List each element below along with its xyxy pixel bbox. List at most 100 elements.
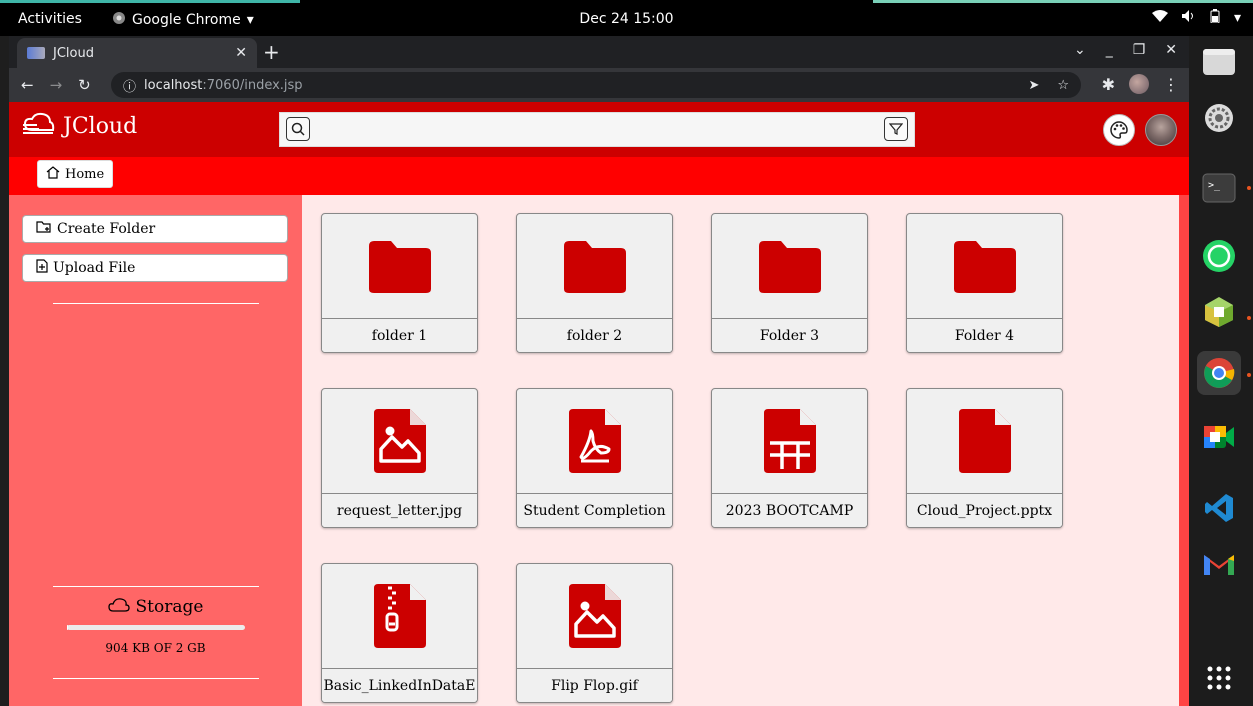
folder-icon — [712, 214, 867, 318]
chrome-small-icon — [112, 11, 126, 29]
address-bar[interactable]: ⓘ localhost:7060/index.jsp ➤ ☆ — [111, 72, 1081, 98]
search-bar — [279, 112, 915, 147]
cloud-logo-icon — [23, 112, 55, 140]
file-tile[interactable]: 2023 BOOTCAMP — [711, 388, 868, 528]
caret-down-icon: ▾ — [246, 12, 254, 28]
reload-icon[interactable]: ↻ — [78, 76, 91, 94]
create-folder-label: Create Folder — [57, 221, 156, 237]
sidebar-divider — [53, 586, 259, 587]
tile-label: Folder 4 — [907, 318, 1062, 352]
search-icon[interactable] — [286, 117, 310, 141]
minimize-icon[interactable]: _ — [1106, 42, 1113, 58]
folder-tile[interactable]: folder 1 — [321, 213, 478, 353]
folder-icon — [517, 214, 672, 318]
forward-icon[interactable]: → — [50, 76, 63, 94]
tile-label: Folder 3 — [712, 318, 867, 352]
svg-text:>_: >_ — [1208, 180, 1221, 191]
running-indicator — [1247, 316, 1251, 320]
jcloud-page: JCloud Home Create Folder Upload File St… — [9, 102, 1189, 706]
home-label: Home — [65, 166, 105, 182]
file-grid: folder 1 folder 2 Folder 3 Folder 4 request_… — [302, 195, 1179, 706]
wifi-icon — [1151, 10, 1168, 26]
extensions-icon[interactable]: ✱ — [1102, 75, 1115, 94]
breadcrumb: Home — [9, 157, 1189, 195]
browser-tab[interactable]: JCloud ✕ — [17, 38, 257, 68]
meet-icon[interactable] — [1197, 415, 1241, 459]
cloud-icon — [107, 597, 130, 617]
user-avatar[interactable] — [1145, 114, 1177, 146]
url-path: :7060/index.jsp — [202, 77, 303, 93]
cube-app-icon[interactable] — [1197, 290, 1241, 334]
create-folder-button[interactable]: Create Folder — [22, 215, 288, 243]
running-indicator — [1247, 373, 1251, 377]
home-icon — [46, 165, 60, 183]
tile-label: folder 2 — [517, 318, 672, 352]
filter-icon[interactable] — [884, 117, 908, 141]
app-menu[interactable]: Google Chrome ▾ — [112, 11, 254, 29]
storage-usage-text: 904 KB OF 2 GB — [105, 641, 206, 655]
image-file-icon — [517, 564, 672, 668]
kebab-menu-icon[interactable]: ⋮ — [1163, 75, 1179, 94]
sidebar: Create Folder Upload File Storage 904 KB… — [9, 195, 302, 706]
browser-toolbar: ← → ↻ ⓘ localhost:7060/index.jsp ➤ ☆ ✱ ⋮ — [9, 68, 1189, 102]
activities-button[interactable]: Activities — [18, 11, 82, 27]
file-tile[interactable]: Basic_LinkedInDataE — [321, 563, 478, 703]
folder-icon — [907, 214, 1062, 318]
sidebar-divider — [53, 303, 259, 304]
file-tile[interactable]: Cloud_Project.pptx — [906, 388, 1063, 528]
folder-tile[interactable]: folder 2 — [516, 213, 673, 353]
back-icon[interactable]: ← — [21, 76, 34, 94]
folder-tile[interactable]: Folder 3 — [711, 213, 868, 353]
app-logo[interactable]: JCloud — [23, 112, 137, 140]
terminal-icon[interactable]: >_ — [1197, 166, 1241, 210]
close-window-icon[interactable]: ✕ — [1165, 42, 1177, 58]
folder-tile[interactable]: Folder 4 — [906, 213, 1063, 353]
send-tab-icon[interactable]: ➤ — [1028, 78, 1039, 93]
tab-title: JCloud — [53, 45, 94, 61]
browser-window: JCloud ✕ + ⌄ _ ❐ ✕ ← → ↻ ⓘ localhost:706… — [9, 36, 1189, 706]
upload-file-button[interactable]: Upload File — [22, 254, 288, 282]
vscode-icon[interactable] — [1197, 486, 1241, 530]
image-file-icon — [322, 389, 477, 493]
scrollbar[interactable] — [1179, 195, 1189, 706]
file-tile[interactable]: Flip Flop.gif — [516, 563, 673, 703]
app-menu-label: Google Chrome — [132, 12, 241, 28]
file-tile[interactable]: request_letter.jpg — [321, 388, 478, 528]
new-tab-icon[interactable]: + — [263, 40, 280, 64]
tab-close-icon[interactable]: ✕ — [235, 45, 247, 61]
search-input[interactable] — [316, 117, 876, 143]
storage-label: Storage — [135, 597, 204, 617]
bookmark-star-icon[interactable]: ☆ — [1057, 78, 1069, 93]
chrome-icon[interactable] — [1197, 351, 1241, 395]
tab-favicon-icon — [27, 47, 45, 59]
tab-search-icon[interactable]: ⌄ — [1074, 42, 1086, 58]
restore-icon[interactable]: ❐ — [1133, 42, 1146, 58]
pdf-file-icon — [517, 389, 672, 493]
tab-strip: JCloud ✕ + ⌄ _ ❐ ✕ — [9, 36, 1189, 68]
upload-file-label: Upload File — [53, 260, 136, 276]
settings-icon[interactable] — [1197, 96, 1241, 140]
clock[interactable]: Dec 24 15:00 — [579, 11, 673, 27]
home-button[interactable]: Home — [37, 160, 114, 188]
window-controls: ⌄ _ ❐ ✕ — [1074, 42, 1177, 58]
dock: >_ — [1189, 36, 1253, 706]
whatsapp-icon[interactable] — [1197, 234, 1241, 278]
volume-icon — [1181, 10, 1196, 26]
profile-avatar[interactable] — [1129, 74, 1149, 94]
sidebar-divider — [53, 678, 259, 679]
top-accent-strip — [0, 0, 300, 3]
tile-label: Cloud_Project.pptx — [907, 493, 1062, 527]
app-header: JCloud — [9, 102, 1189, 157]
file-tile[interactable]: Student Completion — [516, 388, 673, 528]
app-grid-icon[interactable] — [1197, 656, 1241, 700]
folder-icon — [322, 214, 477, 318]
url-host: localhost — [144, 77, 203, 93]
info-icon[interactable]: ⓘ — [123, 76, 136, 95]
system-top-bar: Activities Google Chrome ▾ Dec 24 15:00 … — [0, 0, 1253, 36]
gmail-icon[interactable] — [1197, 542, 1241, 586]
files-icon[interactable] — [1197, 40, 1241, 84]
system-status-menu[interactable]: ▾ — [1151, 9, 1241, 27]
tile-label: folder 1 — [322, 318, 477, 352]
palette-icon[interactable] — [1103, 114, 1135, 146]
caret-down-icon: ▾ — [1233, 10, 1241, 26]
